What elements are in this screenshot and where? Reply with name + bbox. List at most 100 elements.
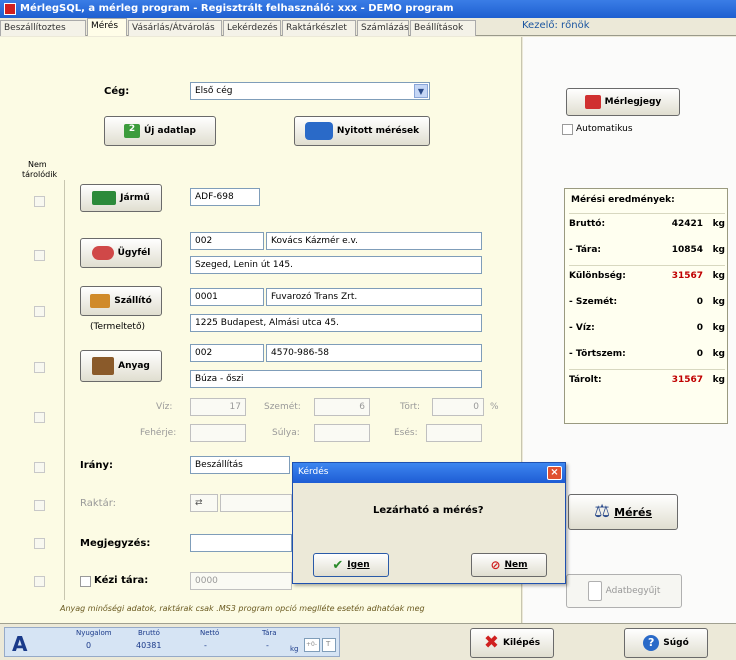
quality-nostore-checkbox[interactable] [34,412,45,423]
help-icon: ? [643,635,660,651]
direction-select[interactable]: Beszállítás [190,456,290,474]
tab-beszallitoztes[interactable]: Beszállítoztes [0,20,86,36]
result-label: - Víz: [569,323,595,333]
note-field[interactable] [190,534,292,552]
exit-label: Kilépés [502,638,541,648]
yes-button[interactable]: ✔ Igen [313,553,389,577]
carrier-code-field[interactable]: 0001 [190,288,264,306]
client-nostore-checkbox[interactable] [34,250,45,261]
material-number-field[interactable]: 4570-986-58 [266,344,482,362]
automatic-checkbox[interactable] [562,124,573,135]
protein-label: Fehérje: [140,428,177,438]
vehicle-plate-field[interactable]: ADF-698 [190,188,260,206]
open-measurements-button[interactable]: Nyitott mérések [294,116,430,146]
truck-scale-icon [304,122,333,140]
broken-label: Tört: [400,402,421,412]
not-stored-label-1: Nem [28,160,47,169]
direction-nostore-checkbox[interactable] [34,462,45,473]
client-address-field[interactable]: Szeged, Lenin út 145. [190,256,482,274]
close-icon[interactable]: × [547,466,562,480]
tab-vasarlas[interactable]: Vásárlás/Átvárolás [128,20,222,36]
divider [569,213,725,214]
tab-beallitasok[interactable]: Beállítások [410,20,476,36]
results-panel: Mérési eredmények: Bruttó: 42421 kg - Tá… [564,188,728,424]
measure-button[interactable]: ⚖ Mérés [568,494,678,530]
material-code-field[interactable]: 002 [190,344,264,362]
document-icon [587,581,602,601]
company-select-value: Első cég [195,86,233,96]
material-button-label: Anyag [118,361,150,371]
help-button[interactable]: ? Súgó [624,628,708,658]
new-sheet-button[interactable]: 2 Új adatlap [104,116,216,146]
manual-tare-checkbox[interactable] [80,576,91,587]
result-label: - Szemét: [569,297,618,307]
material-button[interactable]: Anyag [80,350,162,382]
company-select[interactable]: Első cég ▼ [190,82,430,100]
hl-weight-field[interactable] [314,424,370,442]
tare-nostore-checkbox[interactable] [34,576,45,587]
footnote: Anyag minőségi adatok, raktárak csak .MS… [60,604,425,613]
brutto-value: 40381 [136,641,162,650]
impurity-label: Szemét: [264,402,301,412]
no-button[interactable]: ⊘ Nem [471,553,547,577]
client-name-field[interactable]: Kovács Kázmér e.v. [266,232,482,250]
protein-field[interactable] [190,424,246,442]
help-label: Súgó [663,638,689,648]
client-code-field[interactable]: 002 [190,232,264,250]
manual-tare-field[interactable]: 0000 [190,572,292,590]
carrier-nostore-checkbox[interactable] [34,306,45,317]
calm-value: 0 [86,641,92,650]
warehouse-nostore-checkbox[interactable] [34,500,45,511]
impurity-field[interactable]: 6 [314,398,370,416]
print-icon [584,95,601,109]
result-unit: kg [712,375,725,385]
falling-number-field[interactable] [426,424,482,442]
new-document-icon: 2 [123,124,140,138]
carrier-name-field[interactable]: Fuvarozó Trans Zrt. [266,288,482,306]
weighbill-button[interactable]: Mérlegjegy [566,88,680,116]
result-value: 0 [696,349,703,359]
tab-raktarkeszlet[interactable]: Raktárkészlet [282,20,356,36]
material-nostore-checkbox[interactable] [34,362,45,373]
carrier-address-field[interactable]: 1225 Budapest, Almási utca 45. [190,314,482,332]
data-transfer-button[interactable]: Adatbegyűjt [566,574,682,608]
note-nostore-checkbox[interactable] [34,538,45,549]
chevron-down-icon[interactable]: ▼ [414,84,428,98]
broken-field[interactable]: 0 [432,398,484,416]
zero-button[interactable]: +0- [304,638,320,652]
tara-label: Tára [262,629,277,637]
result-row-impurity: - Szemét: 0 kg [569,297,725,313]
tab-lekerdezes[interactable]: Lekérdezés [223,20,281,36]
tare-button[interactable]: T [322,638,336,652]
window-title: MérlegSQL, a mérleg program - Regisztrál… [0,0,736,18]
warehouse-picker-icon[interactable]: ⇄ [190,494,218,512]
warehouse-field[interactable] [220,494,292,512]
carrier-button-label: Szállító [114,296,152,306]
client-button[interactable]: Ügyfél [80,238,162,268]
material-name-field[interactable]: Búza - őszi [190,370,482,388]
water-field[interactable]: 17 [190,398,246,416]
carrier-button[interactable]: Szállító [80,286,162,316]
result-unit: kg [712,219,725,229]
measure-label: Mérés [614,505,652,519]
unit-label: kg [290,645,299,653]
exit-button[interactable]: ✖ Kilépés [470,628,554,658]
close-icon: ✖ [483,632,499,653]
hl-weight-label: Súlya: [272,428,300,438]
result-value: 31567 [671,375,703,385]
sacks-icon [92,357,115,375]
vehicle-nostore-checkbox[interactable] [34,196,45,207]
result-value: 0 [696,297,703,307]
not-stored-label-2: tárolódik [22,170,58,179]
result-value: 42421 [671,219,703,229]
tab-meres[interactable]: Mérés [87,18,127,36]
result-label: Bruttó: [569,219,606,229]
tab-szamlazas[interactable]: Számlázás [357,20,409,36]
tara-value: - [266,641,269,650]
result-value: 31567 [671,271,703,281]
weighbill-label: Mérlegjegy [604,97,662,107]
check-icon: ✔ [332,557,344,573]
result-value: 10854 [671,245,703,255]
vehicle-button[interactable]: Jármű [80,184,162,212]
result-label: Tárolt: [569,375,602,385]
